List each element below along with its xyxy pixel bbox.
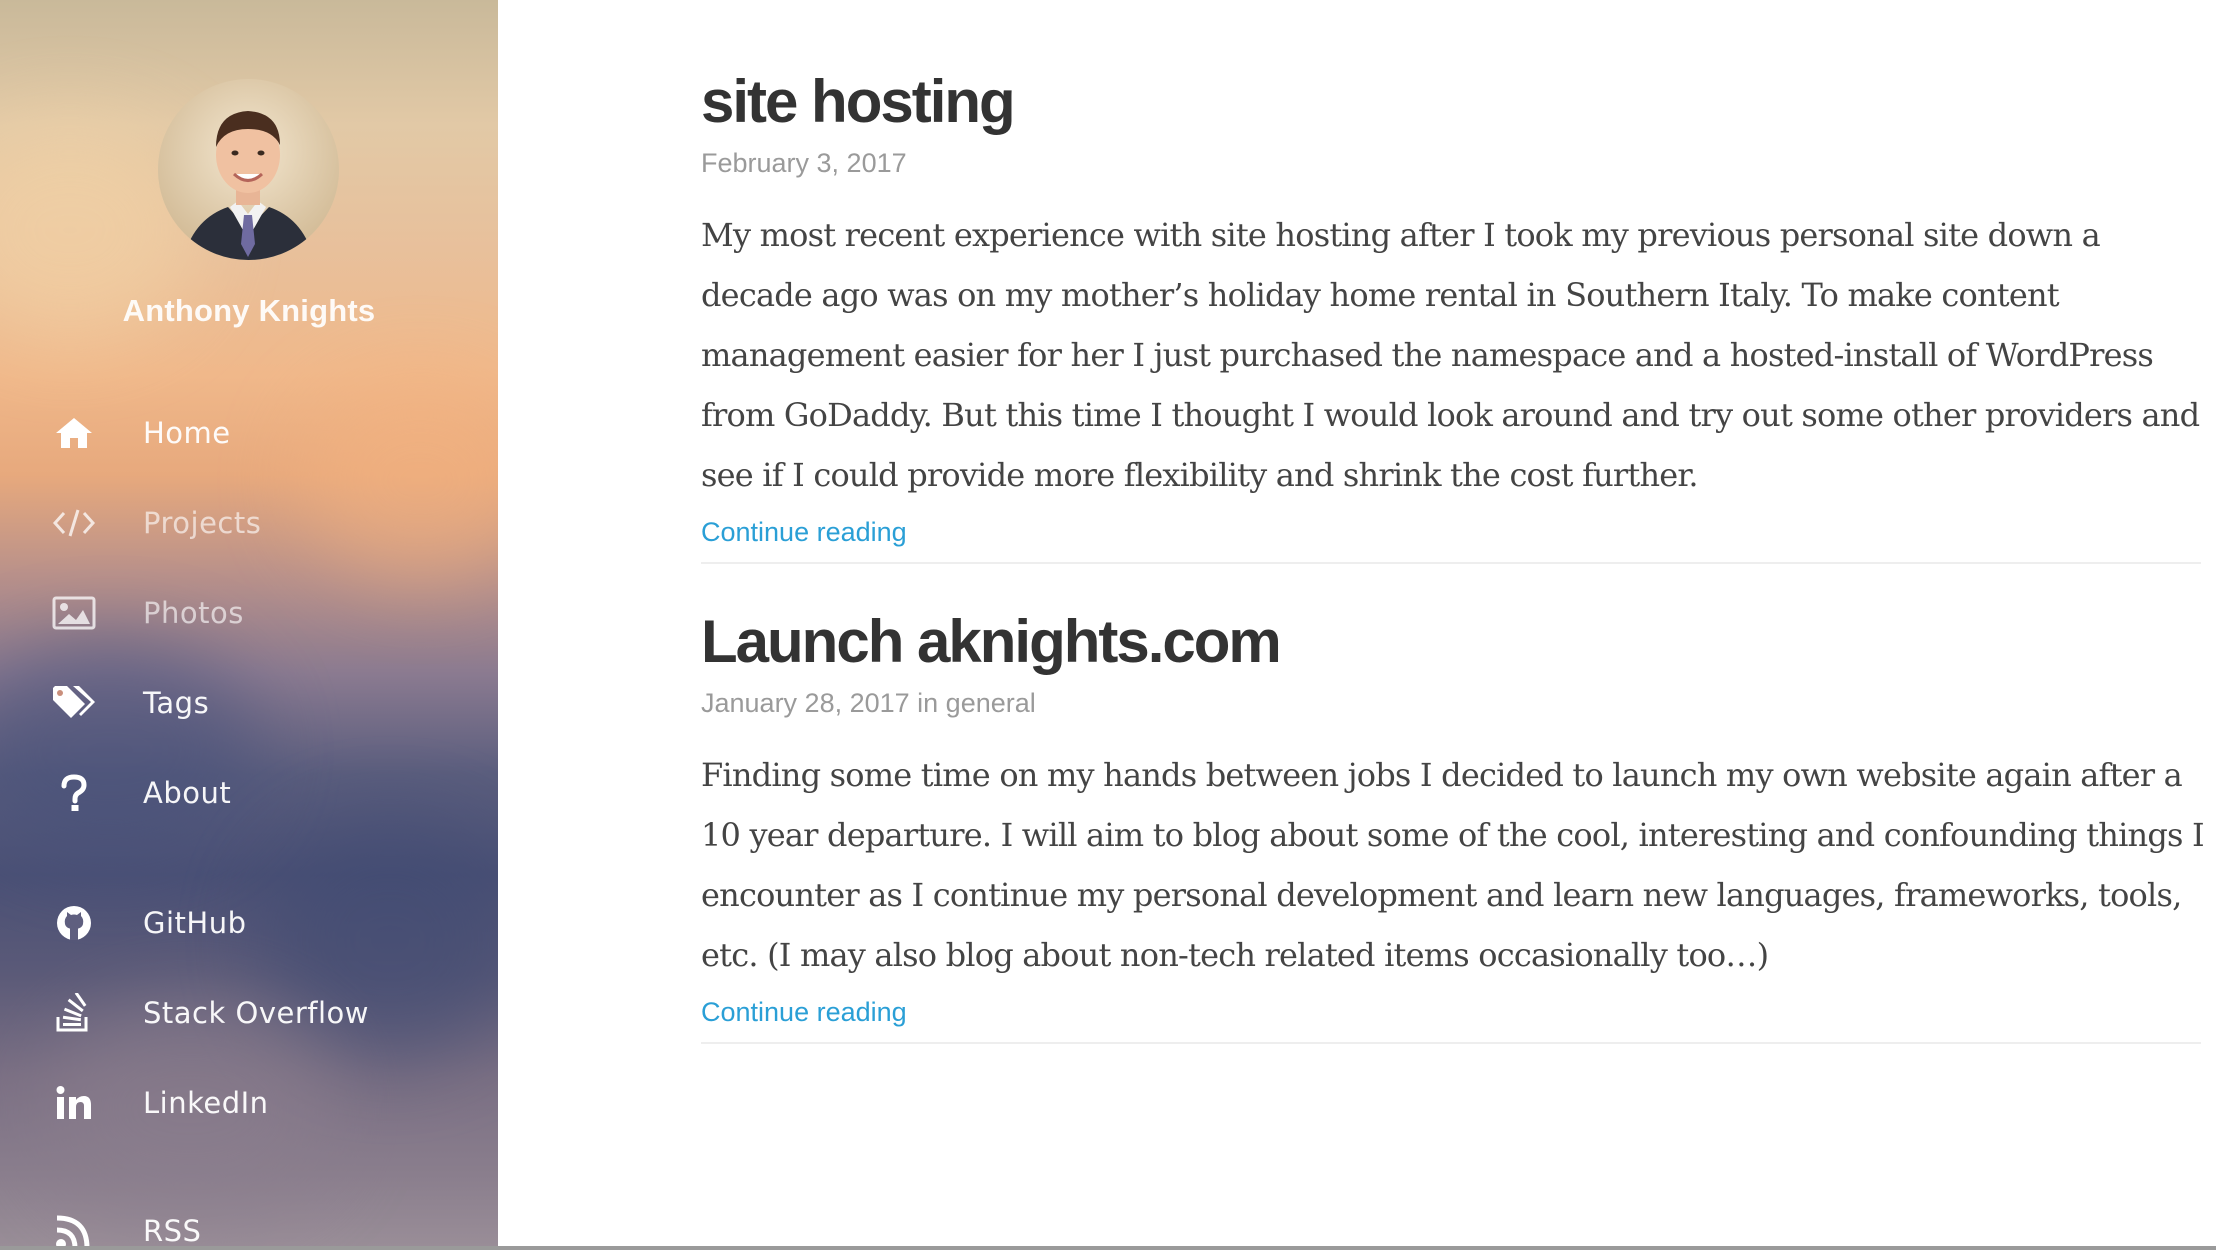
nav-item-about[interactable]: About <box>0 758 498 828</box>
nav-item-projects[interactable]: Projects <box>0 488 498 558</box>
post-date: January 28, 2017 in general <box>701 688 1036 718</box>
rss-icon <box>50 1207 98 1250</box>
avatar-photo <box>158 79 339 260</box>
nav-item-tags[interactable]: Tags <box>0 668 498 738</box>
bottom-border <box>0 1246 2216 1250</box>
nav-item-stack-overflow[interactable]: Stack Overflow <box>0 978 498 1048</box>
post-divider <box>701 1042 2201 1044</box>
nav-label-rss: RSS <box>143 1214 202 1248</box>
stack-overflow-icon <box>50 989 98 1037</box>
sidebar: Anthony Knights Home Projects Photos Tag… <box>0 0 498 1250</box>
avatar[interactable] <box>158 79 339 260</box>
nav-label-projects: Projects <box>143 506 262 540</box>
question-icon <box>50 769 98 817</box>
main-content: site hosting February 3, 2017 My most re… <box>498 0 2216 1250</box>
github-icon <box>50 899 98 947</box>
post: site hosting February 3, 2017 My most re… <box>701 72 2201 564</box>
nav-label-stack-overflow: Stack Overflow <box>143 996 369 1030</box>
nav-item-photos[interactable]: Photos <box>0 578 498 648</box>
nav-label-home: Home <box>143 416 231 450</box>
linkedin-icon <box>50 1079 98 1127</box>
post-title[interactable]: Launch aknights.com <box>701 612 2201 672</box>
nav-label-photos: Photos <box>143 596 244 630</box>
post-title[interactable]: site hosting <box>701 72 2201 132</box>
code-icon <box>50 499 98 547</box>
post: Launch aknights.com January 28, 2017 in … <box>701 612 2205 1044</box>
post-excerpt: Finding some time on my hands between jo… <box>701 756 2205 974</box>
nav-label-tags: Tags <box>143 686 210 720</box>
post-date: February 3, 2017 <box>701 148 907 178</box>
nav-item-linkedin[interactable]: LinkedIn <box>0 1068 498 1138</box>
nav-label-github: GitHub <box>143 906 247 940</box>
nav-item-home[interactable]: Home <box>0 398 498 468</box>
nav-label-linkedin: LinkedIn <box>143 1086 269 1120</box>
site-name[interactable]: Anthony Knights <box>0 293 498 329</box>
nav-item-github[interactable]: GitHub <box>0 888 498 958</box>
tags-icon <box>50 679 98 727</box>
post-divider <box>701 562 2201 564</box>
post-excerpt: My most recent experience with site host… <box>701 216 2200 494</box>
nav-item-rss[interactable]: RSS <box>0 1196 498 1250</box>
home-icon <box>50 409 98 457</box>
continue-reading-link[interactable]: Continue reading <box>701 997 907 1028</box>
image-icon <box>50 589 98 637</box>
continue-reading-link[interactable]: Continue reading <box>701 517 907 548</box>
nav-label-about: About <box>143 776 232 810</box>
